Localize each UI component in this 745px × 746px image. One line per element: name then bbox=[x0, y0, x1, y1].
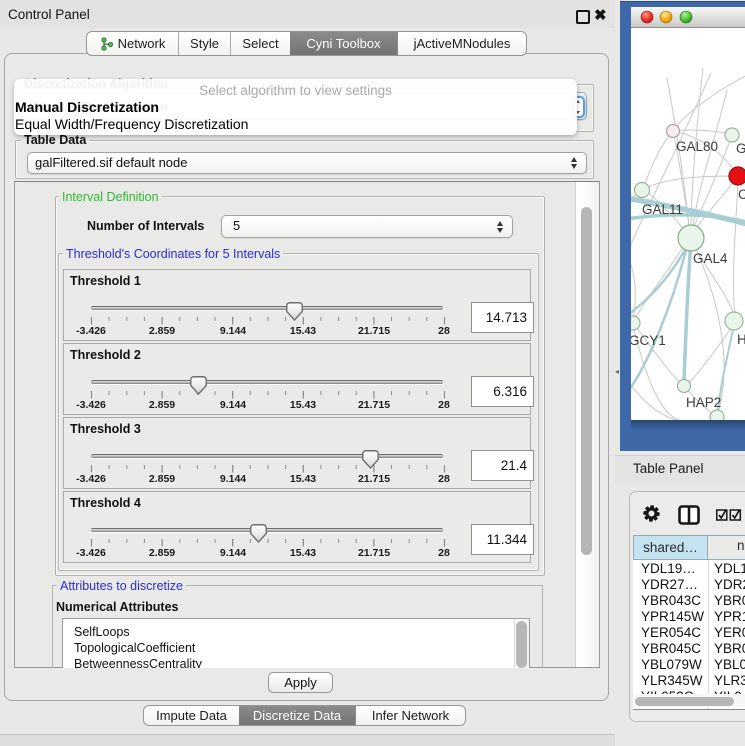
svg-text:G: G bbox=[736, 141, 745, 156]
svg-text:HAP2: HAP2 bbox=[686, 395, 721, 410]
svg-text:GAL80: GAL80 bbox=[676, 139, 718, 154]
svg-text:C: C bbox=[738, 187, 745, 202]
svg-text:GAL11: GAL11 bbox=[642, 202, 683, 217]
svg-text:GCY1: GCY1 bbox=[631, 333, 666, 348]
svg-text:GAL4: GAL4 bbox=[693, 251, 728, 266]
svg-text:H: H bbox=[737, 332, 745, 347]
